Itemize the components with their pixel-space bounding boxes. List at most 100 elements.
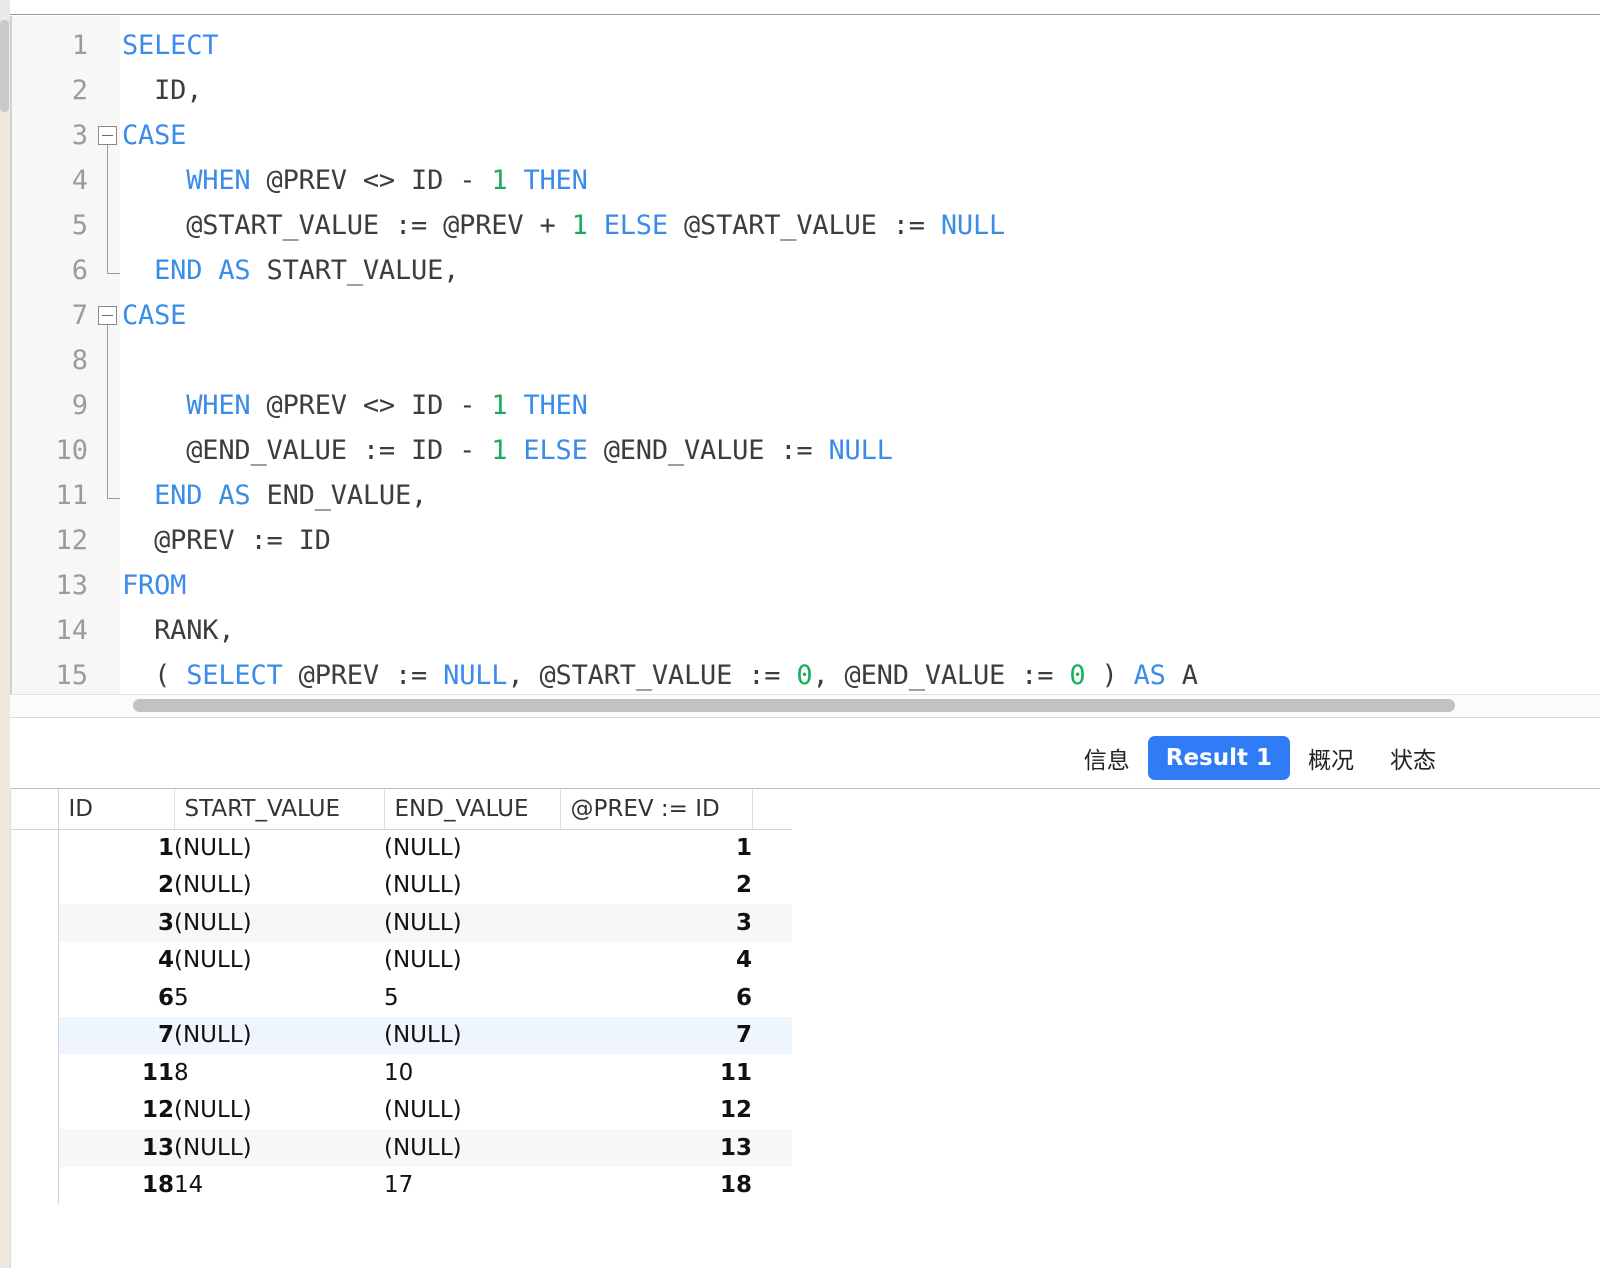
code-line[interactable]: 11 END AS END_VALUE, bbox=[10, 473, 1600, 518]
code-line[interactable]: 14 RANK, bbox=[10, 608, 1600, 653]
cell-start-value[interactable]: (NULL) bbox=[174, 904, 384, 942]
cell-start-value[interactable]: (NULL) bbox=[174, 867, 384, 905]
code-line[interactable]: 9 WHEN @PREV <> ID - 1 THEN bbox=[10, 383, 1600, 428]
result-tab-1[interactable]: Result 1 bbox=[1147, 736, 1290, 780]
code-line[interactable]: 2 ID, bbox=[10, 68, 1600, 113]
row-header-cell[interactable] bbox=[10, 1091, 59, 1129]
code-line[interactable]: 3 CASE bbox=[10, 113, 1600, 158]
row-header-cell[interactable] bbox=[10, 941, 59, 979]
cell-start-value[interactable]: (NULL) bbox=[174, 1092, 384, 1130]
row-header-cell[interactable] bbox=[10, 1166, 59, 1204]
cell-id[interactable]: 7 bbox=[58, 1016, 174, 1054]
result-grid[interactable]: ID START_VALUE END_VALUE @PREV := ID 1 (N… bbox=[10, 788, 1600, 1268]
cell-end-value[interactable]: 10 bbox=[384, 1054, 560, 1092]
sql-plain: @PREV <> ID - bbox=[250, 390, 492, 421]
cell-id[interactable]: 4 bbox=[58, 942, 174, 980]
row-header-cell[interactable] bbox=[10, 1129, 59, 1167]
cell-prev-assign[interactable]: 1 bbox=[560, 829, 752, 867]
code-line[interactable]: 15 ( SELECT @PREV := NULL, @START_VALUE … bbox=[10, 653, 1600, 698]
cell-id[interactable]: 18 bbox=[58, 1167, 174, 1205]
cell-id[interactable]: 1 bbox=[58, 829, 174, 867]
row-header-cell[interactable] bbox=[10, 866, 59, 904]
result-tab-3[interactable]: 状态 bbox=[1372, 732, 1454, 784]
editor-horizontal-scrollbar-thumb[interactable] bbox=[133, 699, 1455, 712]
code-line[interactable]: 1 SELECT bbox=[10, 23, 1600, 68]
result-tab-2[interactable]: 概况 bbox=[1290, 732, 1372, 784]
cell-id[interactable]: 2 bbox=[58, 867, 174, 905]
cell-filler bbox=[752, 1129, 792, 1167]
sql-editor[interactable]: 1 SELECT 2 ID, 3 CASE 4 WHEN @PREV <> ID - 1 … bbox=[10, 16, 1600, 706]
cell-id[interactable]: 6 bbox=[58, 979, 174, 1017]
row-header-cell[interactable] bbox=[10, 1016, 59, 1054]
cell-end-value[interactable]: (NULL) bbox=[384, 904, 560, 942]
case-block-2-collapse-icon[interactable] bbox=[98, 306, 117, 325]
row-header-cell[interactable] bbox=[10, 979, 59, 1017]
cell-prev-assign[interactable]: 13 bbox=[560, 1129, 752, 1167]
column-header-prev-assign[interactable]: @PREV := ID bbox=[560, 789, 753, 830]
code-line[interactable]: 6 END AS START_VALUE, bbox=[10, 248, 1600, 293]
result-table-body[interactable]: 1 (NULL) (NULL) 1 2 (NULL) (NULL) 2 3 (NULL) (NULL… bbox=[10, 829, 792, 1204]
cell-prev-assign[interactable]: 18 bbox=[560, 1167, 752, 1205]
sql-plain: ) bbox=[1085, 660, 1134, 691]
table-row[interactable]: 1 (NULL) (NULL) 1 bbox=[10, 829, 792, 867]
cell-end-value[interactable]: (NULL) bbox=[384, 942, 560, 980]
code-line[interactable]: 5 @START_VALUE := @PREV + 1 ELSE @START_… bbox=[10, 203, 1600, 248]
cell-id[interactable]: 12 bbox=[58, 1092, 174, 1130]
result-table[interactable]: ID START_VALUE END_VALUE @PREV := ID 1 (N… bbox=[10, 789, 792, 1204]
table-row[interactable]: 4 (NULL) (NULL) 4 bbox=[10, 941, 792, 980]
table-row[interactable]: 11 8 10 11 bbox=[10, 1054, 792, 1092]
cell-prev-assign[interactable]: 4 bbox=[560, 942, 752, 980]
cell-prev-assign[interactable]: 3 bbox=[560, 904, 752, 942]
result-tabs[interactable]: 信息 Result 1 概况 状态 bbox=[1066, 732, 1454, 784]
row-header-cell[interactable] bbox=[10, 1054, 59, 1092]
cell-start-value[interactable]: (NULL) bbox=[174, 829, 384, 867]
sql-plain: END_VALUE, bbox=[250, 480, 428, 511]
cell-end-value[interactable]: (NULL) bbox=[384, 1016, 560, 1054]
result-tab-0[interactable]: 信息 bbox=[1066, 732, 1148, 784]
result-table-head: ID START_VALUE END_VALUE @PREV := ID bbox=[10, 789, 792, 830]
cell-prev-assign[interactable]: 2 bbox=[560, 867, 752, 905]
editor-vertical-scrollbar[interactable] bbox=[0, 20, 9, 112]
cell-filler bbox=[752, 829, 792, 867]
table-row[interactable]: 18 14 17 18 bbox=[10, 1166, 792, 1205]
cell-prev-assign[interactable]: 7 bbox=[560, 1016, 752, 1054]
code-line[interactable]: 12 @PREV := ID bbox=[10, 518, 1600, 563]
cell-id[interactable]: 13 bbox=[58, 1129, 174, 1167]
cell-end-value[interactable]: (NULL) bbox=[384, 829, 560, 867]
table-row[interactable]: 12 (NULL) (NULL) 12 bbox=[10, 1091, 792, 1130]
cell-prev-assign[interactable]: 12 bbox=[560, 1092, 752, 1130]
cell-end-value[interactable]: (NULL) bbox=[384, 867, 560, 905]
column-header-id[interactable]: ID bbox=[58, 789, 175, 830]
cell-start-value[interactable]: 8 bbox=[174, 1054, 384, 1092]
case-block-1-collapse-icon[interactable] bbox=[98, 126, 117, 145]
table-row[interactable]: 3 (NULL) (NULL) 3 bbox=[10, 904, 792, 942]
table-row[interactable]: 2 (NULL) (NULL) 2 bbox=[10, 866, 792, 905]
code-line[interactable]: 7 CASE bbox=[10, 293, 1600, 338]
table-row[interactable]: 6556 bbox=[10, 979, 792, 1017]
code-line[interactable]: 4 WHEN @PREV <> ID - 1 THEN bbox=[10, 158, 1600, 203]
cell-start-value[interactable]: 14 bbox=[174, 1167, 384, 1205]
code-line[interactable]: 10 @END_VALUE := ID - 1 ELSE @END_VALUE … bbox=[10, 428, 1600, 473]
code-line[interactable]: 8 bbox=[10, 338, 1600, 383]
column-header-start-value[interactable]: START_VALUE bbox=[174, 789, 385, 830]
code-line[interactable]: 13 FROM bbox=[10, 563, 1600, 608]
editor-horizontal-scrollbar-track[interactable] bbox=[10, 694, 1600, 716]
cell-prev-assign[interactable]: 11 bbox=[560, 1054, 752, 1092]
cell-id[interactable]: 3 bbox=[58, 904, 174, 942]
column-header-end-value[interactable]: END_VALUE bbox=[384, 789, 561, 830]
table-row[interactable]: 7 (NULL) (NULL) 7 bbox=[10, 1016, 792, 1054]
row-header-cell[interactable] bbox=[10, 904, 59, 942]
table-row[interactable]: 13 (NULL) (NULL) 13 bbox=[10, 1129, 792, 1167]
cell-start-value[interactable]: 5 bbox=[174, 979, 384, 1017]
sql-plain: @PREV := ID bbox=[122, 525, 331, 556]
cell-start-value[interactable]: (NULL) bbox=[174, 1129, 384, 1167]
cell-prev-assign[interactable]: 6 bbox=[560, 979, 752, 1017]
cell-id[interactable]: 11 bbox=[58, 1054, 174, 1092]
cell-start-value[interactable]: (NULL) bbox=[174, 942, 384, 980]
cell-start-value[interactable]: (NULL) bbox=[174, 1016, 384, 1054]
cell-end-value[interactable]: 17 bbox=[384, 1167, 560, 1205]
cell-end-value[interactable]: (NULL) bbox=[384, 1129, 560, 1167]
cell-end-value[interactable]: 5 bbox=[384, 979, 560, 1017]
cell-end-value[interactable]: (NULL) bbox=[384, 1092, 560, 1130]
row-header-cell[interactable] bbox=[10, 829, 59, 867]
